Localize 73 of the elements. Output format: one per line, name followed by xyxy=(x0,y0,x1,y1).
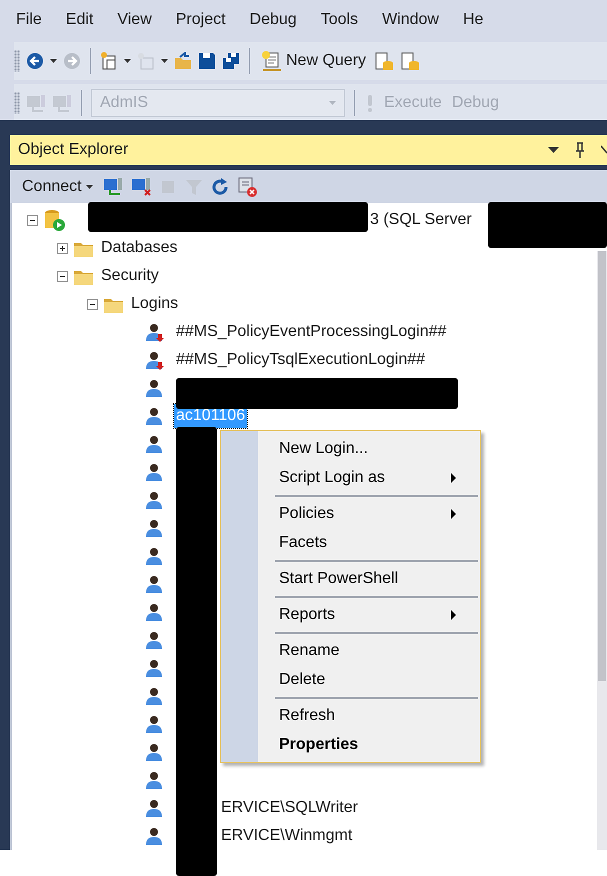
user-icon[interactable] xyxy=(145,574,164,594)
collapse-icon[interactable] xyxy=(57,270,68,282)
tree-item[interactable]: ERVICE\SQLWriter xyxy=(219,796,360,820)
tree-item[interactable]: ##MS_PolicyEventProcessingLogin## xyxy=(174,320,448,344)
refresh-icon[interactable] xyxy=(210,178,229,196)
tree-item[interactable]: 3 (SQL Server xyxy=(368,208,474,232)
pin-icon[interactable] xyxy=(575,142,585,158)
menu-item[interactable]: Policies xyxy=(223,499,478,528)
menu-item[interactable]: Start PowerShell xyxy=(223,564,478,593)
caret-icon[interactable] xyxy=(124,59,131,63)
user-icon[interactable] xyxy=(145,714,164,734)
new-project-icon[interactable] xyxy=(100,52,118,70)
tree-item[interactable]: Databases xyxy=(99,236,180,260)
user-icon[interactable] xyxy=(145,434,164,454)
user-arrow-icon[interactable] xyxy=(145,322,164,342)
menu-item[interactable]: Script Login as xyxy=(223,463,478,492)
menu-item[interactable]: Facets xyxy=(223,528,478,557)
tree-item[interactable]: Security xyxy=(99,264,161,288)
collapse-icon[interactable] xyxy=(27,214,38,226)
script-icon[interactable] xyxy=(236,176,257,196)
open-folder-icon[interactable] xyxy=(174,52,192,70)
user-icon[interactable] xyxy=(145,658,164,678)
tree-item[interactable]: Logins xyxy=(129,292,180,316)
user-icon[interactable] xyxy=(145,462,164,482)
tree-item[interactable]: ERVICE\Winmgmt xyxy=(219,824,354,848)
collapse-icon[interactable] xyxy=(87,298,98,310)
connect-button[interactable]: Connect xyxy=(20,174,95,198)
save-all-icon[interactable] xyxy=(222,52,240,70)
user-icon[interactable] xyxy=(145,602,164,622)
caret-icon[interactable] xyxy=(161,59,168,63)
user-icon[interactable] xyxy=(145,630,164,650)
user-icon[interactable] xyxy=(145,490,164,510)
tree-item[interactable]: ##MS_PolicyTsqlExecutionLogin## xyxy=(174,348,428,372)
new-query-button[interactable]: New Query xyxy=(259,49,368,73)
menu-item[interactable]: He xyxy=(460,8,496,32)
menu-item[interactable]: Tools xyxy=(318,8,370,32)
user-icon[interactable] xyxy=(145,826,164,846)
user-icon[interactable] xyxy=(145,742,164,762)
server-icon[interactable] xyxy=(44,209,66,231)
expand-icon[interactable] xyxy=(57,242,68,254)
user-arrow-icon[interactable] xyxy=(145,350,164,370)
dropdown-icon[interactable] xyxy=(548,147,559,153)
back-icon[interactable] xyxy=(26,52,44,70)
caret-icon[interactable] xyxy=(50,59,57,63)
user-icon[interactable] xyxy=(145,406,164,426)
user-icon[interactable] xyxy=(145,546,164,566)
menu-item[interactable]: Rename xyxy=(223,636,478,665)
user-icon[interactable] xyxy=(145,798,164,818)
user-icon[interactable] xyxy=(145,770,164,790)
caret-icon xyxy=(86,184,93,188)
user-icon[interactable] xyxy=(145,518,164,538)
save-icon[interactable] xyxy=(198,52,216,70)
menu-item[interactable]: Properties xyxy=(223,730,478,759)
panel-title: Object Explorer xyxy=(18,140,128,160)
menu-item[interactable]: New Login... xyxy=(223,434,478,463)
menu-item[interactable]: File xyxy=(14,8,54,32)
user-icon[interactable] xyxy=(145,686,164,706)
menu-item[interactable]: Refresh xyxy=(223,701,478,730)
menu-item[interactable]: Edit xyxy=(64,8,106,32)
database-file-icon[interactable] xyxy=(374,52,394,70)
scrollbar-thumb[interactable] xyxy=(598,251,606,681)
connect-icon[interactable] xyxy=(102,177,123,196)
scrollbar[interactable] xyxy=(597,251,607,850)
user-icon[interactable] xyxy=(145,378,164,398)
menu-item[interactable]: Project xyxy=(174,8,238,32)
menu-item[interactable]: Delete xyxy=(223,665,478,694)
menu-item[interactable]: Window xyxy=(380,8,451,32)
menu-item[interactable]: View xyxy=(115,8,164,32)
database-file-icon[interactable] xyxy=(400,52,420,70)
menu-item[interactable]: Reports xyxy=(223,600,478,629)
disconnect-icon[interactable] xyxy=(130,177,151,196)
menu-item[interactable]: Debug xyxy=(248,8,309,32)
new-query-icon xyxy=(261,50,282,72)
